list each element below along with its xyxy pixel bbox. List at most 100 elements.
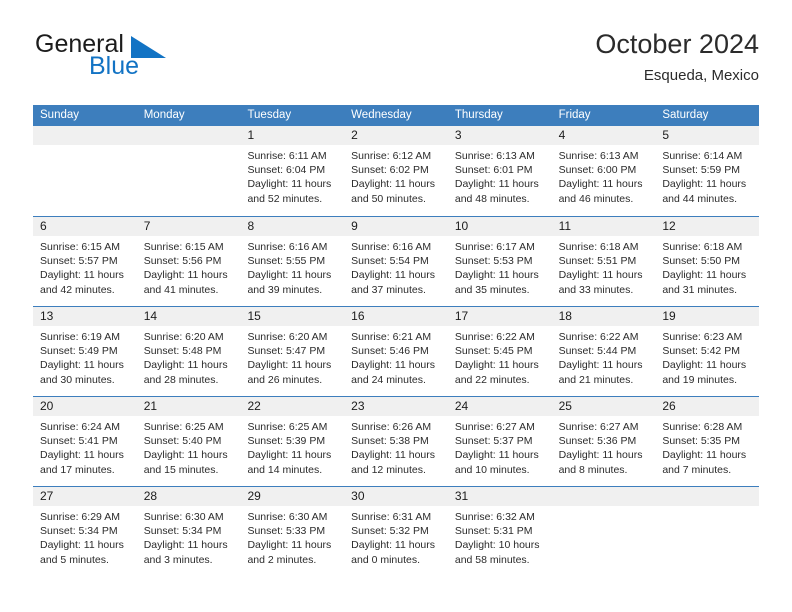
day-number-band: 24 [447,397,552,416]
day-cell[interactable]: 3 Sunrise: 6:13 AM Sunset: 6:01 PM Daylight… [447,126,552,216]
day-detail-line: Sunrise: 6:16 AM [247,241,328,253]
day-detail-line: Daylight: 11 hours [40,449,124,462]
day-number-band: 16 [344,307,448,326]
weekday-header-monday: Monday [143,109,185,121]
day-detail-line: Sunset: 5:39 PM [247,435,326,448]
day-details: Sunrise: 6:29 AM Sunset: 5:34 PM Daylight:… [33,506,137,567]
day-cell[interactable]: 15 Sunrise: 6:20 AM Sunset: 5:47 PM Dayligh… [240,307,345,396]
day-number: 16 [351,309,365,323]
day-cell[interactable]: 24 Sunrise: 6:27 AM Sunset: 5:37 PM Dayligh… [447,397,552,486]
day-detail-line: Sunset: 6:02 PM [351,164,429,177]
day-details: Sunrise: 6:13 AM Sunset: 6:00 PM Daylight:… [552,145,656,206]
day-number-band: 13 [33,307,137,326]
day-detail-line: and 35 minutes. [454,283,530,296]
day-detail-line: Daylight: 11 hours [143,269,228,282]
day-cell[interactable]: 26 Sunrise: 6:28 AM Sunset: 5:35 PM Dayligh… [655,397,760,486]
day-detail-line: Sunset: 5:36 PM [558,435,637,448]
day-cell[interactable]: 18 Sunrise: 6:22 AM Sunset: 5:44 PM Dayligh… [551,307,656,396]
day-cell[interactable]: 10 Sunrise: 6:17 AM Sunset: 5:53 PM Dayligh… [447,217,552,306]
day-detail-line: and 48 minutes. [454,192,530,205]
day-cell[interactable]: 21 Sunrise: 6:25 AM Sunset: 5:40 PM Dayligh… [136,397,241,486]
day-detail-line: Sunrise: 6:20 AM [143,331,224,343]
day-details: Sunrise: 6:14 AM Sunset: 5:59 PM Daylight:… [655,145,759,206]
day-number: 5 [662,128,669,142]
day-cell-empty [551,487,656,576]
day-cell[interactable]: 11 Sunrise: 6:18 AM Sunset: 5:51 PM Dayligh… [551,217,656,306]
day-detail-line: and 22 minutes. [454,373,530,386]
day-number: 21 [143,399,158,413]
day-cell[interactable]: 25 Sunrise: 6:27 AM Sunset: 5:36 PM Dayligh… [551,397,656,486]
day-detail-line: Sunset: 5:34 PM [143,525,222,538]
day-detail-line: Sunset: 5:31 PM [454,525,533,538]
day-cell[interactable]: 5 Sunrise: 6:14 AM Sunset: 5:59 PM Daylight… [655,126,760,216]
day-details: Sunrise: 6:18 AM Sunset: 5:50 PM Daylight:… [655,236,759,297]
day-details: Sunrise: 6:16 AM Sunset: 5:55 PM Daylight:… [240,236,344,297]
general-blue-logo[interactable]: General Blue [33,28,273,84]
calendar-weeks: 1 Sunrise: 6:11 AM Sunset: 6:04 PM Daylight… [33,126,760,576]
day-cell[interactable]: 6 Sunrise: 6:15 AM Sunset: 5:57 PM Daylight… [33,217,137,306]
day-detail-line: Sunrise: 6:13 AM [558,150,639,162]
day-details: Sunrise: 6:32 AM Sunset: 5:31 PM Daylight:… [448,506,552,567]
day-cell[interactable]: 30 Sunrise: 6:31 AM Sunset: 5:32 PM Dayligh… [344,487,448,576]
day-cell[interactable]: 29 Sunrise: 6:30 AM Sunset: 5:33 PM Dayligh… [240,487,345,576]
weekday-header-thursday: Thursday [454,109,503,121]
day-cell[interactable]: 16 Sunrise: 6:21 AM Sunset: 5:46 PM Dayligh… [344,307,448,396]
day-detail-line: Daylight: 11 hours [558,359,643,372]
day-cell[interactable]: 9 Sunrise: 6:16 AM Sunset: 5:54 PM Daylight… [344,217,448,306]
day-number-band: 21 [136,397,241,416]
day-cell-empty [136,126,241,216]
day-cell[interactable]: 13 Sunrise: 6:19 AM Sunset: 5:49 PM Dayligh… [33,307,137,396]
day-details: Sunrise: 6:21 AM Sunset: 5:46 PM Daylight:… [344,326,448,387]
day-number-band: 30 [344,487,448,506]
day-cell[interactable]: 1 Sunrise: 6:11 AM Sunset: 6:04 PM Daylight… [240,126,345,216]
day-detail-line: Sunrise: 6:31 AM [351,511,432,523]
day-number-band: 26 [655,397,760,416]
day-detail-line: Sunrise: 6:26 AM [351,421,432,433]
day-cell[interactable]: 31 Sunrise: 6:32 AM Sunset: 5:31 PM Dayligh… [447,487,552,576]
day-detail-line: Sunrise: 6:15 AM [143,241,224,253]
day-detail-line: and 17 minutes. [40,463,115,476]
day-cell[interactable]: 23 Sunrise: 6:26 AM Sunset: 5:38 PM Dayligh… [344,397,448,486]
day-cell[interactable]: 14 Sunrise: 6:20 AM Sunset: 5:48 PM Dayligh… [136,307,241,396]
day-cell[interactable]: 22 Sunrise: 6:25 AM Sunset: 5:39 PM Dayligh… [240,397,345,486]
day-detail-line: Sunrise: 6:15 AM [40,241,120,253]
day-detail-line: Daylight: 11 hours [351,178,436,191]
day-detail-line: Daylight: 11 hours [247,359,332,372]
weekday-header-row: Sunday Monday Tuesday Wednesday Thursday… [33,105,759,126]
day-number: 28 [143,489,158,503]
day-detail-line: Sunrise: 6:27 AM [558,421,639,433]
day-cell[interactable]: 19 Sunrise: 6:23 AM Sunset: 5:42 PM Dayligh… [655,307,760,396]
day-number: 25 [558,399,572,413]
day-detail-line: and 7 minutes. [662,463,732,476]
day-detail-line: Sunset: 6:04 PM [247,164,326,177]
day-detail-line: and 44 minutes. [662,192,738,205]
day-cell[interactable]: 27 Sunrise: 6:29 AM Sunset: 5:34 PM Dayligh… [33,487,137,576]
day-cell[interactable]: 4 Sunrise: 6:13 AM Sunset: 6:00 PM Daylight… [551,126,656,216]
day-detail-line: Sunset: 5:48 PM [143,345,222,358]
day-detail-line: Daylight: 11 hours [143,359,228,372]
day-cell[interactable]: 12 Sunrise: 6:18 AM Sunset: 5:50 PM Dayligh… [655,217,760,306]
day-detail-line: and 26 minutes. [247,373,323,386]
day-details: Sunrise: 6:11 AM Sunset: 6:04 PM Daylight:… [240,145,344,206]
day-number-band [655,487,760,506]
day-number: 23 [351,399,365,413]
day-details: Sunrise: 6:27 AM Sunset: 5:36 PM Daylight:… [552,416,656,477]
day-cell[interactable]: 20 Sunrise: 6:24 AM Sunset: 5:41 PM Dayligh… [33,397,137,486]
weekday-header-saturday: Saturday [662,109,709,121]
day-details [33,145,137,149]
day-cell[interactable]: 7 Sunrise: 6:15 AM Sunset: 5:56 PM Daylight… [136,217,241,306]
day-details: Sunrise: 6:22 AM Sunset: 5:44 PM Daylight:… [552,326,656,387]
day-number-band: 6 [33,217,137,236]
day-number: 31 [454,489,469,503]
day-details: Sunrise: 6:17 AM Sunset: 5:53 PM Daylight:… [448,236,552,297]
day-detail-line: Sunrise: 6:13 AM [454,150,535,162]
day-number-band: 7 [136,217,241,236]
day-number-band: 28 [136,487,241,506]
day-detail-line: Daylight: 11 hours [40,359,124,372]
day-cell[interactable]: 17 Sunrise: 6:22 AM Sunset: 5:45 PM Dayligh… [447,307,552,396]
day-cell[interactable]: 2 Sunrise: 6:12 AM Sunset: 6:02 PM Daylight… [344,126,448,216]
day-detail-line: Sunset: 5:40 PM [143,435,222,448]
day-cell[interactable]: 28 Sunrise: 6:30 AM Sunset: 5:34 PM Dayligh… [136,487,241,576]
day-cell[interactable]: 8 Sunrise: 6:16 AM Sunset: 5:55 PM Daylight… [240,217,345,306]
week-row: 1 Sunrise: 6:11 AM Sunset: 6:04 PM Daylight… [33,126,760,216]
